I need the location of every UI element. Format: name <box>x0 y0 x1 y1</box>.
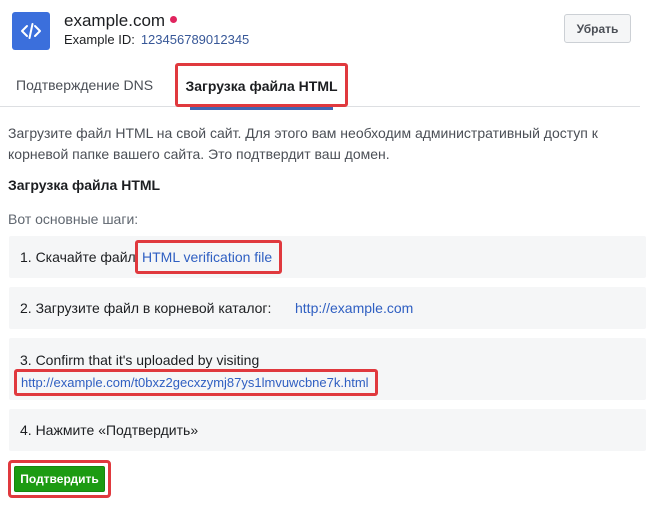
domain-header: example.com Example ID: 123456789012345 У… <box>0 0 650 58</box>
domain-root-link[interactable]: http://example.com <box>295 300 413 316</box>
verification-url-link[interactable]: http://example.com/t0bxz2gecxzymj87ys1lm… <box>14 369 378 396</box>
confirm-highlight: Подтвердить <box>8 460 111 498</box>
step-download-file: 1. Скачайте файл HTML verification file <box>9 236 646 278</box>
id-value: 123456789012345 <box>140 32 250 47</box>
step-2-text: 2. Загрузите файл в корневой каталог: <box>20 300 272 316</box>
business-meta: Example ID: 123456789012345 <box>64 32 249 47</box>
id-label: ID: <box>118 32 135 47</box>
step-3-text: 3. Confirm that it's uploaded by visitin… <box>20 352 260 368</box>
step-upload-root: 2. Загрузите файл в корневой каталог: ht… <box>9 287 646 329</box>
steps-intro: Вот основные шаги: <box>8 211 139 227</box>
step-confirm-upload: 3. Confirm that it's uploaded by visitin… <box>9 338 646 400</box>
status-dot <box>170 16 178 23</box>
tab-html-file-upload[interactable]: Загрузка файла HTML <box>175 63 348 110</box>
step-4-text: 4. Нажмите «Подтвердить» <box>20 422 199 438</box>
verification-tabs: Подтверждение DNS Загрузка файла HTML <box>0 60 640 110</box>
confirm-button[interactable]: Подтвердить <box>14 466 105 492</box>
domain-title: example.com <box>64 11 178 31</box>
html-verification-file-link[interactable]: HTML verification file <box>135 240 283 274</box>
remove-button[interactable]: Убрать <box>564 14 631 43</box>
intro-text: Загрузите файл HTML на свой сайт. Для эт… <box>8 125 598 162</box>
tab-dns-verification[interactable]: Подтверждение DNS <box>16 60 153 106</box>
domain-name-text: example.com <box>64 11 166 30</box>
section-title: Загрузка файла HTML <box>8 177 161 193</box>
step-1-text: 1. Скачайте файл <box>20 249 136 265</box>
business-name: Example <box>64 32 115 47</box>
code-icon <box>12 12 50 50</box>
step-press-confirm: 4. Нажмите «Подтвердить» <box>9 409 646 451</box>
